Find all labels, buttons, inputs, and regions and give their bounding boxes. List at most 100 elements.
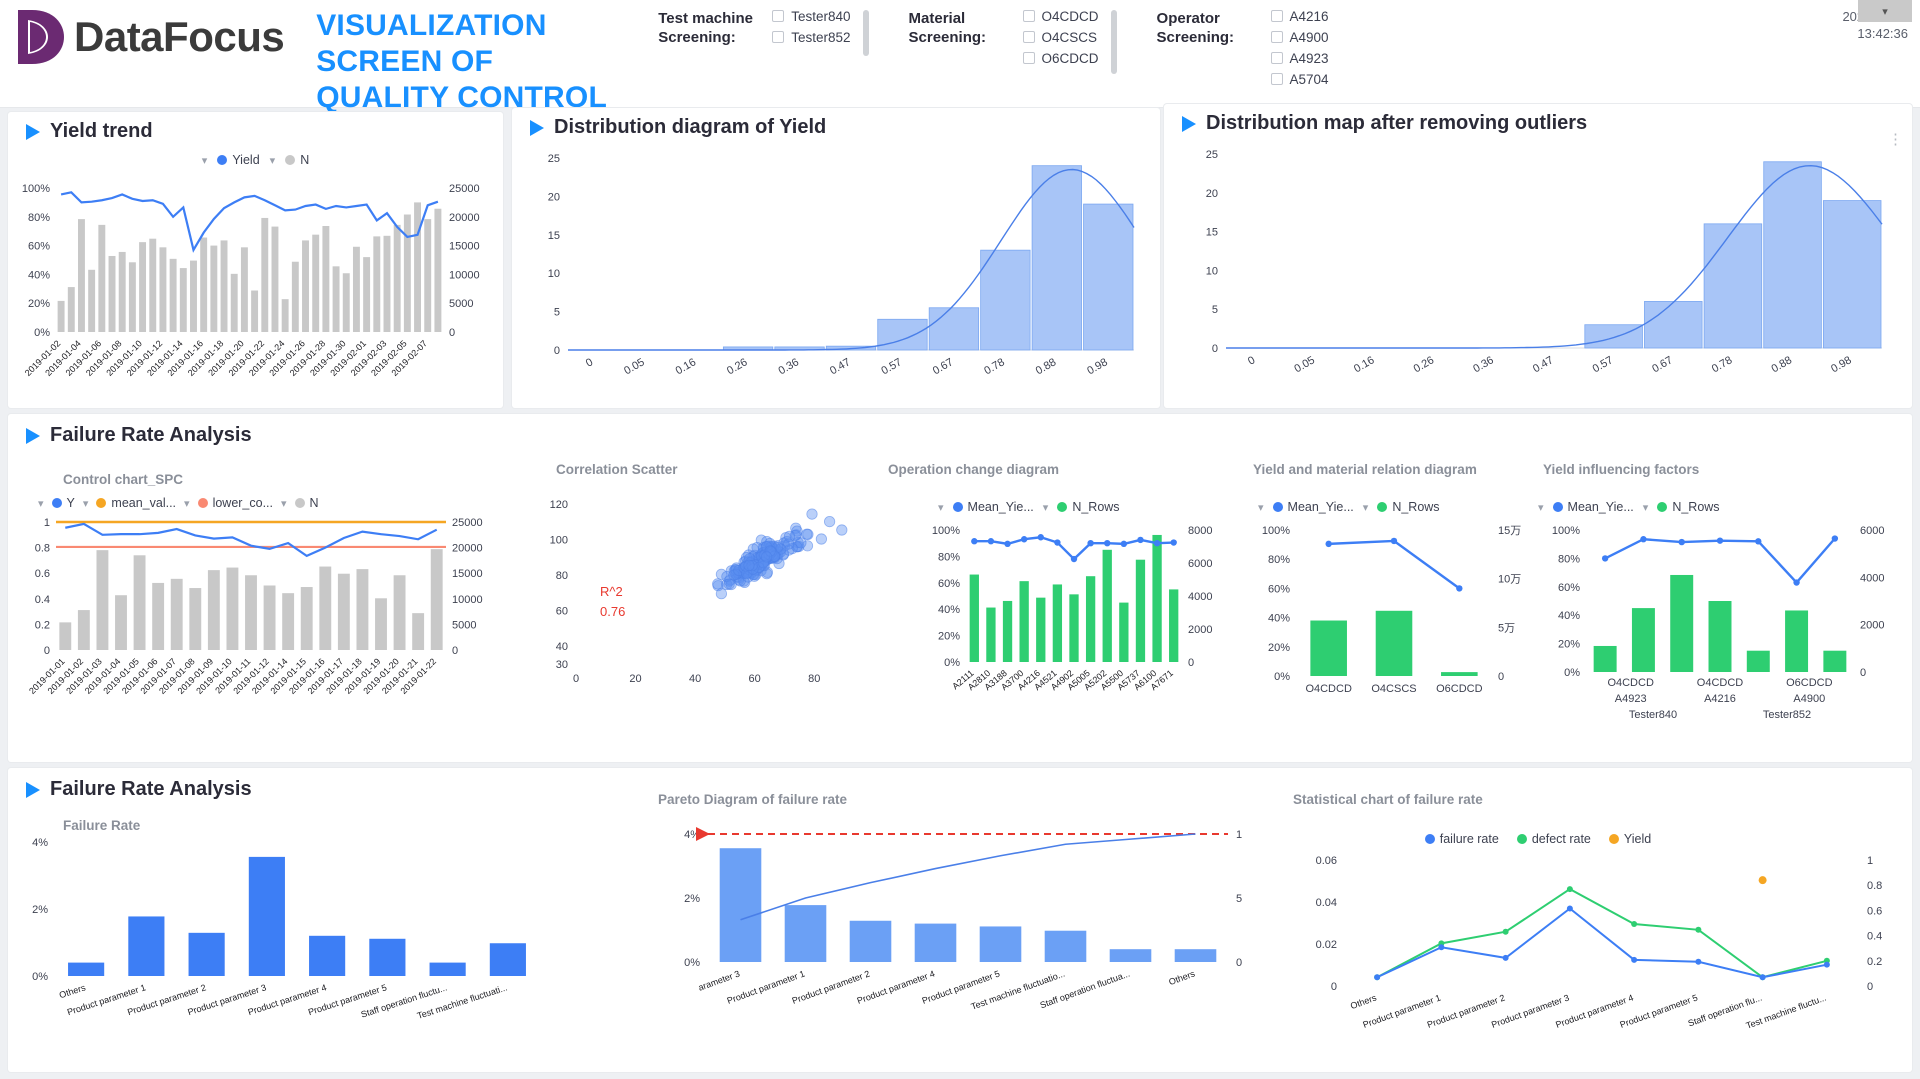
axis-tick-label: 80% xyxy=(938,551,960,563)
checkbox-row[interactable]: A5704 xyxy=(1270,71,1329,87)
axis-tick-label: 20 xyxy=(548,191,560,203)
checkbox-row[interactable]: Tester852 xyxy=(772,29,851,45)
checkbox-icon[interactable] xyxy=(1022,52,1035,64)
legend-item-n[interactable]: N xyxy=(285,153,309,167)
chevron-down-icon[interactable]: ▾ xyxy=(1258,501,1264,514)
panel-distribution-yield: Distribution diagram of Yield 0 5 10 15 20 25… xyxy=(512,108,1160,408)
checkbox-icon[interactable] xyxy=(772,10,785,22)
checkbox-row[interactable]: Tester840 xyxy=(772,8,851,24)
checkbox-icon[interactable] xyxy=(1270,52,1283,64)
bar xyxy=(1019,581,1029,662)
histogram-bar xyxy=(877,318,928,351)
chevron-down-icon[interactable]: ▾ xyxy=(38,497,44,510)
expand-triangle-icon[interactable] xyxy=(530,119,544,136)
bar xyxy=(1310,620,1347,676)
checkbox-icon[interactable] xyxy=(772,31,785,43)
legend-dot-green xyxy=(1516,834,1527,844)
legend-material-relation: ▾ Mean_Yie... ▾ N_Rows xyxy=(1258,500,1508,514)
window-collapse-button[interactable]: ▾ xyxy=(1858,0,1912,22)
filter-material: Material Screening: O4CDCD O4CSCS O6CDCD xyxy=(909,8,1117,74)
axis-tick-label: 0.67 xyxy=(1650,354,1675,375)
chevron-down-icon[interactable]: ▾ xyxy=(1643,501,1649,514)
axis-tick-label: 0% xyxy=(1274,671,1290,683)
axis-tick-label: 1 xyxy=(1236,829,1242,841)
legend-label: Yield xyxy=(1623,832,1652,846)
checkbox-row[interactable]: A4900 xyxy=(1270,29,1329,45)
chevron-down-icon[interactable]: ▾ xyxy=(202,154,208,167)
histogram-bar xyxy=(928,307,980,351)
bar xyxy=(363,257,371,332)
legend-item-n-rows[interactable]: N_Rows xyxy=(1057,500,1120,514)
expand-triangle-icon[interactable] xyxy=(26,123,40,140)
checkbox-icon[interactable] xyxy=(1022,31,1035,43)
checkbox-row[interactable]: O4CSCS xyxy=(1022,29,1099,45)
bar xyxy=(230,273,238,332)
bar xyxy=(1152,534,1162,662)
datafocus-logo-icon xyxy=(14,6,70,68)
chevron-down-icon[interactable]: ▾ xyxy=(1043,501,1049,514)
axis-tick-label: 60% xyxy=(1268,583,1290,595)
bar xyxy=(149,238,157,332)
bar xyxy=(914,923,957,962)
axis-tick-label: 0.8 xyxy=(1867,880,1882,892)
legend-item-yield[interactable]: Yield xyxy=(217,153,260,167)
bar xyxy=(1119,602,1129,662)
legend-item-lower[interactable]: lower_co... xyxy=(197,496,273,510)
legend-item-mean-yield[interactable]: Mean_Yie... xyxy=(1552,500,1634,514)
checkbox-icon[interactable] xyxy=(1270,73,1283,85)
axis-tick-label: 0.16 xyxy=(1352,354,1377,375)
checkbox-row[interactable]: A4216 xyxy=(1270,8,1329,24)
filter-scrollbar[interactable] xyxy=(862,10,869,56)
axis-tick-label: O4CDCD xyxy=(1697,677,1744,689)
bar xyxy=(188,932,225,976)
legend-label: Mean_Yie... xyxy=(967,500,1034,514)
checkbox-row[interactable]: O4CDCD xyxy=(1022,8,1099,24)
panel-title-dist-outlier: Distribution map after removing outliers xyxy=(1164,104,1912,135)
checkbox-icon[interactable] xyxy=(1022,10,1035,22)
checkbox-row[interactable]: A4923 xyxy=(1270,50,1329,66)
axis-tick-label: 0.36 xyxy=(776,356,801,377)
bar xyxy=(68,962,105,976)
bar xyxy=(319,566,332,650)
chevron-down-icon[interactable]: ▾ xyxy=(270,154,276,167)
axis-tick-label: 0.6 xyxy=(1867,905,1882,917)
bar xyxy=(57,300,65,332)
chevron-down-icon[interactable]: ▾ xyxy=(184,497,190,510)
legend-item-defect-rate[interactable]: defect rate xyxy=(1516,832,1591,846)
filter-scrollbar[interactable] xyxy=(1110,10,1117,74)
checkbox-label: O6CDCD xyxy=(1041,50,1099,66)
panel-failure-rate-analysis-1: Failure Rate Analysis Control chart_SPC … xyxy=(8,414,1912,762)
bar xyxy=(1670,574,1694,672)
legend-item-mean[interactable]: mean_val... xyxy=(96,496,176,510)
axis-tick-label: 0.4 xyxy=(35,594,50,606)
bar xyxy=(189,588,202,650)
scatter-point xyxy=(743,559,755,572)
bar xyxy=(434,208,442,332)
checkbox-row[interactable]: O6CDCD xyxy=(1022,50,1099,66)
axis-tick-label: 0.26 xyxy=(725,356,750,377)
legend-item-n[interactable]: N xyxy=(294,496,319,510)
legend-item-n-rows[interactable]: N_Rows xyxy=(1377,500,1440,514)
chevron-down-icon[interactable]: ▾ xyxy=(281,497,287,510)
checkbox-icon[interactable] xyxy=(1270,10,1283,22)
chevron-down-icon[interactable]: ▾ xyxy=(1538,501,1544,514)
legend-item-yield[interactable]: Yield xyxy=(1608,832,1652,846)
axis-tick-label: O6CDCD xyxy=(1436,683,1483,695)
expand-triangle-icon[interactable] xyxy=(1182,115,1196,132)
chevron-down-icon[interactable]: ▾ xyxy=(1363,501,1369,514)
legend-item-y[interactable]: Y xyxy=(51,496,75,510)
legend-item-mean-yield[interactable]: Mean_Yie... xyxy=(952,500,1034,514)
histogram-bar xyxy=(1584,324,1643,349)
chevron-down-icon[interactable]: ▾ xyxy=(83,497,89,510)
legend-item-mean-yield[interactable]: Mean_Yie... xyxy=(1272,500,1354,514)
expand-triangle-icon[interactable] xyxy=(26,427,40,444)
axis-tick-label: 5000 xyxy=(452,619,476,631)
legend-item-failure-rate[interactable]: failure rate xyxy=(1424,832,1499,846)
checkbox-label: Tester852 xyxy=(791,29,851,45)
axis-tick-label: 0.04 xyxy=(1316,897,1337,909)
expand-triangle-icon[interactable] xyxy=(26,781,40,798)
checkbox-icon[interactable] xyxy=(1270,31,1283,43)
legend-item-n-rows[interactable]: N_Rows xyxy=(1657,500,1720,514)
chevron-down-icon[interactable]: ▾ xyxy=(938,501,944,514)
chart-control-spc: 00.20.40.60.8105000100001500020000250002… xyxy=(27,517,483,696)
